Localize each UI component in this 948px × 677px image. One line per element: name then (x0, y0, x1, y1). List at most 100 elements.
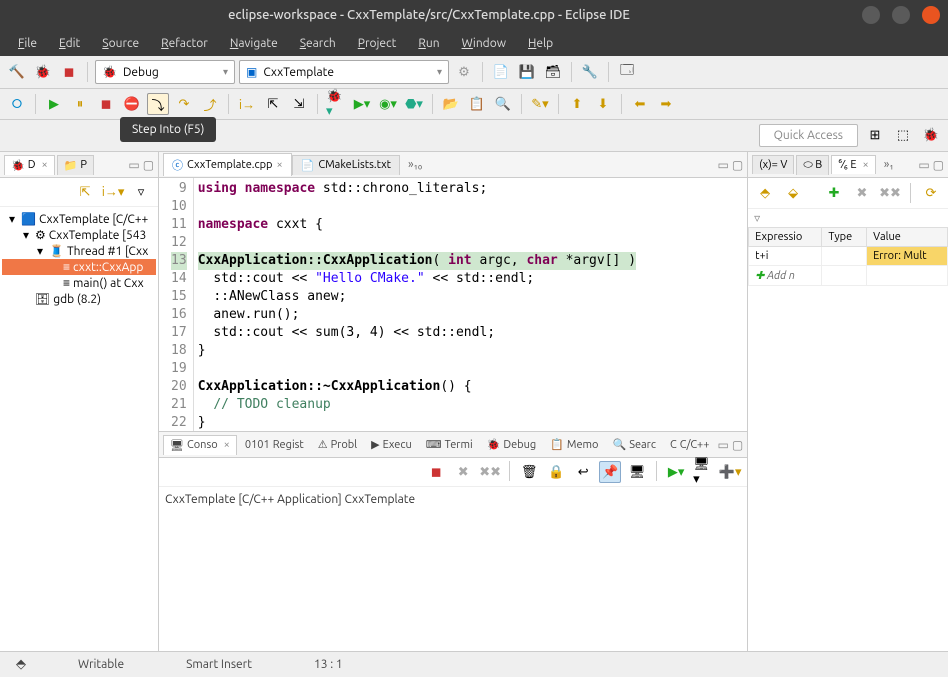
minimize-editor-icon[interactable]: ▭ (717, 158, 728, 172)
save-icon[interactable]: 💾 (516, 61, 538, 83)
bottom-tab-c/c++[interactable]: CC/C++ (664, 436, 716, 454)
view-menu-icon[interactable]: ▿ (748, 209, 948, 227)
disconnect-icon[interactable]: ⛔ (121, 93, 143, 115)
tab-overflow[interactable]: »₁ (884, 158, 894, 171)
bottom-tab-termi[interactable]: ⌨Termi (420, 435, 479, 454)
variables-tab[interactable]: (x)= V (752, 155, 794, 174)
pin-console-icon[interactable]: 📌 (599, 461, 621, 483)
status-icon[interactable]: ⬘ (10, 654, 32, 676)
toggle-mark-icon[interactable]: ✎▾ (529, 93, 551, 115)
save-all-icon[interactable]: 🗃 (542, 61, 564, 83)
debug-dropdown-icon[interactable]: 🐞▾ (325, 93, 347, 115)
debug-tree-row[interactable]: ▾🟦CxxTemplate [C/C++ (2, 211, 156, 227)
minimize-bottom-icon[interactable]: ▭ (717, 438, 728, 452)
menu-project[interactable]: Project (348, 33, 407, 54)
coverage-icon[interactable]: ◉▾ (377, 93, 399, 115)
skip-breakpoints-icon[interactable]: ⭘ (6, 93, 28, 115)
maximize-view-icon[interactable]: ▢ (933, 158, 944, 172)
remove-all-expressions-icon[interactable]: ✖✖ (879, 182, 901, 204)
prev-annotation-icon[interactable]: ⬆ (566, 93, 588, 115)
refresh-icon[interactable]: ⟳ (920, 182, 942, 204)
expression-row[interactable]: t+iError: Mult (749, 247, 948, 266)
remove-expression-icon[interactable]: ✖ (851, 182, 873, 204)
debug-perspective-icon[interactable]: 🐞 (920, 125, 942, 147)
next-annotation-icon[interactable]: ⬇ (592, 93, 614, 115)
bug-icon[interactable]: 🐞 (32, 61, 54, 83)
menu-window[interactable]: Window (452, 33, 516, 54)
cpp-perspective-icon[interactable]: ⬚ (892, 125, 914, 147)
debug-tree-row[interactable]: ≡main() at Cxx (2, 275, 156, 291)
resume-icon[interactable]: ▶ (43, 93, 65, 115)
debug-config-combo[interactable]: 🐞 Debug ▾ (95, 60, 235, 84)
collapse-icon[interactable]: ⇱ (74, 181, 96, 203)
quick-access-input[interactable]: Quick Access (759, 124, 858, 147)
col-type[interactable]: Type (822, 228, 867, 247)
add-expression-row[interactable]: ✚ Add n (749, 266, 948, 286)
minimize-view-icon[interactable]: ▭ (128, 158, 139, 172)
launch-config-combo[interactable]: ▣ CxxTemplate ▾ (239, 60, 449, 84)
menu-edit[interactable]: Edit (49, 33, 90, 54)
terminate-console-icon[interactable]: ◼ (425, 461, 447, 483)
close-icon[interactable]: × (863, 159, 869, 171)
run-dropdown-icon[interactable]: ▶▾ (351, 93, 373, 115)
perspective-icon[interactable]: 🗔 (616, 61, 638, 83)
bottom-tab-memo[interactable]: 📋Memo (544, 435, 604, 454)
drop-frame-icon[interactable]: ⇱ (262, 93, 284, 115)
back-icon[interactable]: ⬅ (629, 93, 651, 115)
bottom-tab-conso[interactable]: 🖥Conso× (163, 435, 237, 455)
step-over-icon[interactable]: ↷ (173, 93, 195, 115)
code-editor[interactable]: 910111213141516171819202122 using namesp… (159, 178, 747, 431)
maximize-view-icon[interactable]: ▢ (143, 158, 154, 172)
clear-console-icon[interactable]: 🗑 (518, 461, 540, 483)
col-value[interactable]: Value (867, 228, 948, 247)
show-console-icon[interactable]: 🖥 (626, 461, 648, 483)
bottom-tab-execu[interactable]: ▶Execu (365, 435, 418, 454)
instruction-step-icon[interactable]: i→ (236, 93, 258, 115)
col-expression[interactable]: Expressio (749, 228, 822, 247)
debug-tab[interactable]: 🐞 D × (4, 155, 55, 175)
display-console-icon[interactable]: 🖥▾ (692, 461, 714, 483)
window-minimize-button[interactable] (862, 6, 880, 24)
editor-tab-cxxtemplate[interactable]: ⓒ CxxTemplate.cpp × (163, 153, 292, 176)
step-into-icon[interactable]: ⤵ (147, 93, 169, 115)
new-icon[interactable]: 📄 (490, 61, 512, 83)
view-menu-icon[interactable]: ▿ (130, 181, 152, 203)
close-icon[interactable]: × (41, 159, 47, 171)
profile-icon[interactable]: ⬣▾ (403, 93, 425, 115)
remove-all-icon[interactable]: ✖✖ (479, 461, 501, 483)
debug-tree-row[interactable]: ≡cxxt::CxxApp (2, 259, 156, 275)
bottom-tab-searc[interactable]: 🔍Searc (606, 435, 661, 454)
menu-source[interactable]: Source (92, 33, 149, 54)
show-type-icon[interactable]: ⬘ (754, 182, 776, 204)
maximize-bottom-icon[interactable]: ▢ (732, 438, 743, 452)
open-console-icon[interactable]: ▶▾ (665, 461, 687, 483)
stop-icon[interactable]: ◼ (58, 61, 80, 83)
menu-file[interactable]: File (8, 33, 47, 54)
menu-search[interactable]: Search (290, 33, 346, 54)
step-filters-icon[interactable]: ⇲ (288, 93, 310, 115)
breakpoints-tab[interactable]: ⬭ B (796, 155, 829, 175)
collapse-all-icon[interactable]: ⬙ (782, 182, 804, 204)
code-body[interactable]: using namespace std::chrono_literals;nam… (194, 178, 747, 431)
bottom-tab-probl[interactable]: ⚠Probl (312, 435, 363, 454)
close-icon[interactable]: × (276, 159, 282, 171)
step-icon[interactable]: i→▾ (102, 181, 124, 203)
menu-help[interactable]: Help (518, 33, 563, 54)
console-output[interactable]: CxxTemplate [C/C++ Application] CxxTempl… (159, 487, 747, 651)
build-icon[interactable]: 🔧 (579, 61, 601, 83)
terminate-icon[interactable]: ◼ (95, 93, 117, 115)
gear-icon[interactable]: ⚙ (453, 61, 475, 83)
expressions-tab[interactable]: ⁶⁄₆ E× (831, 155, 875, 174)
project-tab[interactable]: 📁 P (57, 155, 94, 175)
menu-navigate[interactable]: Navigate (220, 33, 288, 54)
menu-refactor[interactable]: Refactor (151, 33, 218, 54)
editor-tab-cmakelists[interactable]: 📄 CMakeLists.txt (292, 155, 400, 175)
window-maximize-button[interactable] (892, 6, 910, 24)
menu-run[interactable]: Run (408, 33, 449, 54)
tab-overflow[interactable]: »₁₀ (408, 158, 422, 171)
open-perspective-icon[interactable]: ⊞ (864, 125, 886, 147)
step-return-icon[interactable]: ⤴ (199, 93, 221, 115)
open-task-icon[interactable]: 📋 (466, 93, 488, 115)
search-icon[interactable]: 🔍 (492, 93, 514, 115)
window-close-button[interactable] (922, 6, 940, 24)
